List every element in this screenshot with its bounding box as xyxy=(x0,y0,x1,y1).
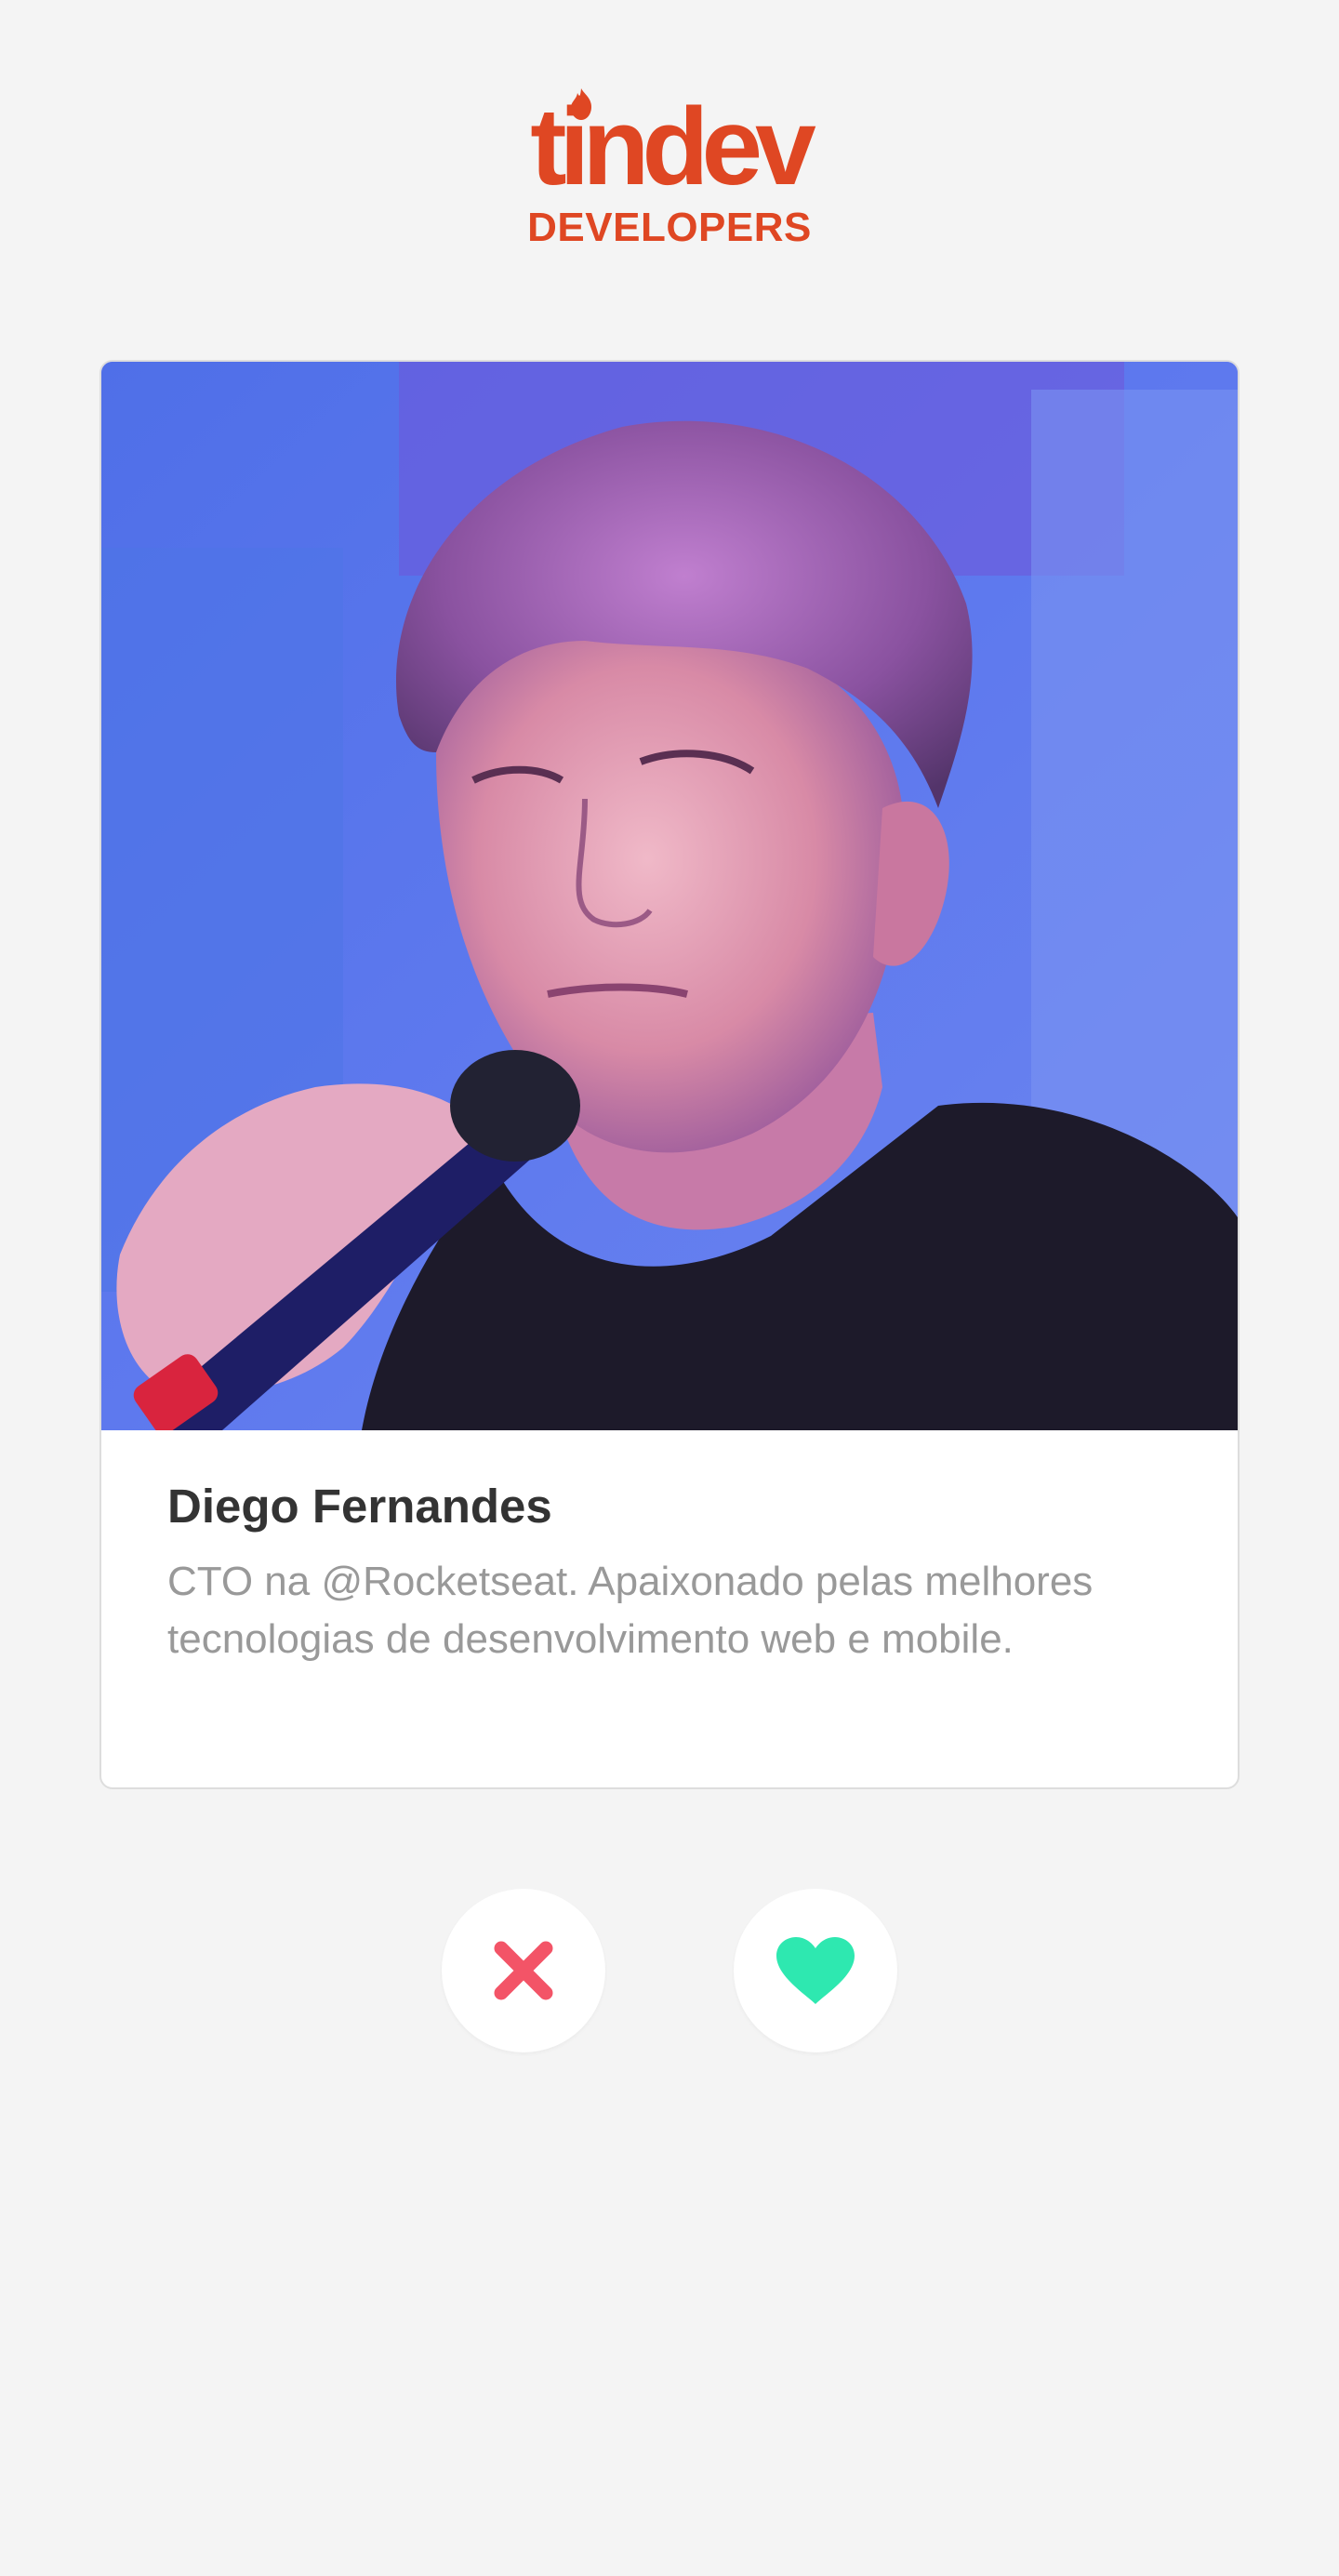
close-icon xyxy=(494,1941,553,2000)
profile-card: Diego Fernandes CTO na @Rocketseat. Apai… xyxy=(99,360,1240,1789)
profile-photo xyxy=(101,362,1238,1430)
tindev-logo: tindev DEVELOPERS xyxy=(507,88,832,256)
like-button[interactable] xyxy=(734,1889,897,2052)
logo-wordmark: tindev xyxy=(530,88,816,202)
dislike-button[interactable] xyxy=(442,1889,605,2052)
main-screen: tindev DEVELOPERS Diego Fernandes CTO na… xyxy=(0,0,1339,2576)
profile-bio: CTO na @Rocketseat. Apaixonado pelas mel… xyxy=(167,1559,1094,1662)
heart-icon xyxy=(776,1937,855,2004)
logo-subtitle: DEVELOPERS xyxy=(527,205,812,250)
action-buttons xyxy=(442,1889,897,2052)
flame-icon xyxy=(571,88,592,120)
profile-name: Diego Fernandes xyxy=(167,1480,552,1533)
profile-info: Diego Fernandes CTO na @Rocketseat. Apai… xyxy=(101,1430,1238,1787)
